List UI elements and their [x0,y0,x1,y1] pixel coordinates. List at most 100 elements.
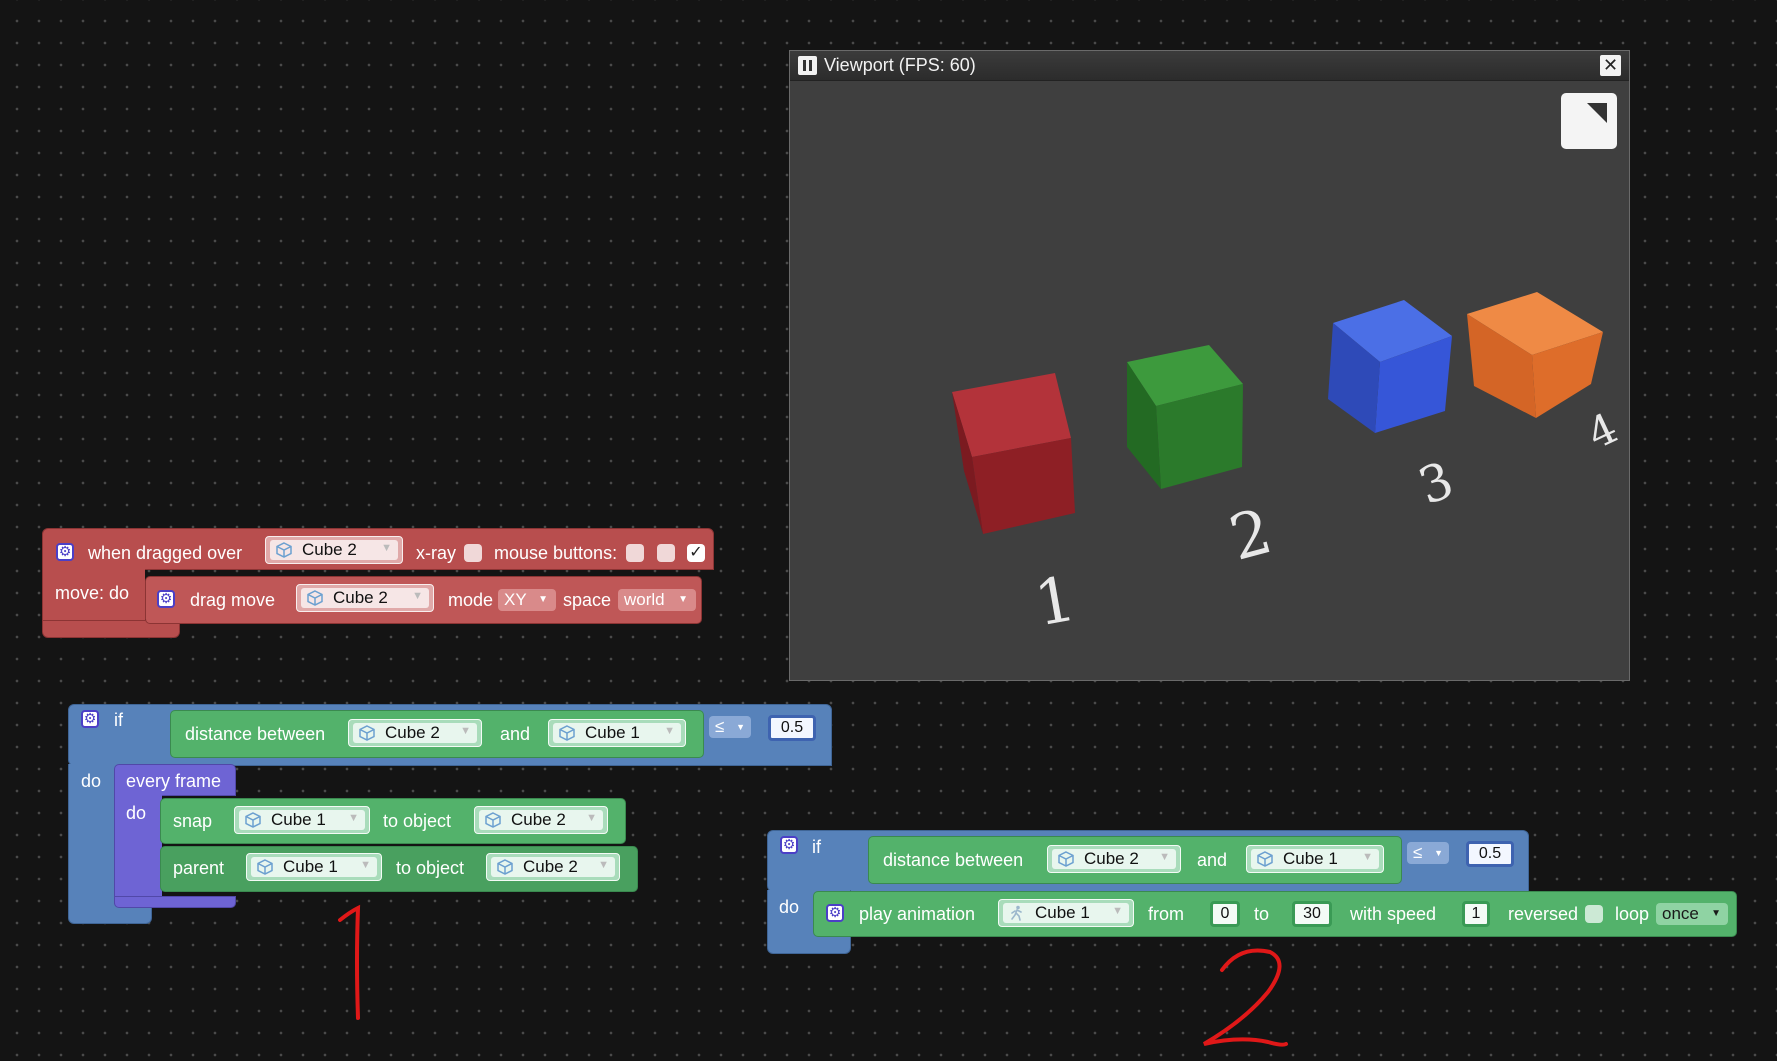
do-label: do [81,771,102,791]
distance-obj-b-field[interactable]: Cube 1 ▼ [548,719,686,747]
distance-obj-a-text: Cube 2 [1084,849,1139,868]
compare-operator-dropdown[interactable]: ≤ ▼ [709,716,751,738]
cube-icon [485,812,501,828]
distance-obj-b-text: Cube 1 [1283,849,1338,868]
cube-icon [359,725,375,741]
drag-move-label: drag move [190,590,276,610]
chevron-down-icon: ▼ [1711,908,1721,919]
running-figure-icon [1011,905,1022,921]
gear-icon[interactable] [56,542,74,561]
threshold-input[interactable]: 0.5 [1466,841,1514,867]
to-input[interactable]: 30 [1292,901,1332,927]
drag-target-field[interactable]: Cube 2 ▼ [265,536,403,564]
mouse-button-left-checkbox[interactable] [626,544,644,562]
blue-cube[interactable] [1328,300,1452,433]
snap-label: snap [173,811,213,831]
parent-obj-text: Cube 1 [283,857,338,876]
viewport-header[interactable]: Viewport (FPS: 60) ✕ [790,51,1629,81]
gear-icon[interactable] [780,835,798,854]
mouse-buttons-label: mouse buttons: [494,543,618,563]
close-icon[interactable]: ✕ [1600,55,1621,76]
distance-obj-a-field[interactable]: Cube 2 ▼ [1047,845,1181,873]
cube-icon [1058,851,1074,867]
threshold-input[interactable]: 0.5 [768,715,816,741]
anim-obj-field[interactable]: Cube 1 ▼ [998,899,1134,927]
anim-obj-text: Cube 1 [1035,903,1090,922]
chevron-down-icon: ▼ [1112,905,1123,917]
every-frame-label: every frame [126,771,222,791]
drag-move-target-field[interactable]: Cube 2 ▼ [296,584,434,612]
compare-operator-dropdown[interactable]: ≤ ▼ [1407,842,1449,864]
cube-icon [307,590,323,606]
chevron-down-icon: ▼ [1159,851,1170,863]
cube-icon [245,812,261,828]
annotation-mark-2 [1202,948,1288,1047]
chevron-down-icon: ▼ [1362,851,1373,863]
chevron-down-icon: ▼ [348,812,359,824]
gear-icon[interactable] [157,589,175,608]
parent-target-text: Cube 2 [523,857,578,876]
distance-obj-a-field[interactable]: Cube 2 ▼ [348,719,482,747]
gear-icon[interactable] [81,709,99,728]
mouse-button-right-checkbox[interactable]: ✓ [687,544,705,562]
distance-obj-b-field[interactable]: Cube 1 ▼ [1246,845,1384,873]
if-label: if [812,837,821,857]
inner-do-label: do [126,803,147,823]
viewport-window[interactable]: Viewport (FPS: 60) ✕ 1 2 3 4 [789,50,1630,681]
chevron-down-icon: ▼ [678,594,688,605]
cube-label-2: 2 [1222,494,1279,575]
xray-checkbox[interactable] [464,544,482,562]
orange-cube[interactable] [1467,292,1603,418]
loop-value: once [1662,904,1699,923]
play-animation-label: play animation [859,904,976,924]
and-label: and [1197,850,1228,870]
chevron-down-icon: ▼ [538,594,548,605]
xray-label: x-ray [416,543,456,563]
chevron-down-icon: ▼ [736,722,745,732]
annotation-mark-1 [338,904,361,1020]
parent-obj-field[interactable]: Cube 1 ▼ [246,853,382,881]
mode-value: XY [504,590,527,609]
cube-icon [1257,851,1273,867]
mouse-button-middle-checkbox[interactable] [657,544,675,562]
parent-label: parent [173,858,225,878]
gear-icon[interactable] [826,903,844,922]
every-frame-block-foot [114,896,236,908]
space-dropdown[interactable]: world ▼ [618,589,696,611]
mode-dropdown[interactable]: XY ▼ [498,589,556,611]
3d-scene[interactable]: 1 2 3 4 [790,81,1629,681]
loop-dropdown[interactable]: once ▼ [1656,903,1728,925]
viewport-title: Viewport (FPS: 60) [824,55,976,75]
from-input[interactable]: 0 [1210,901,1240,927]
to-label: to [1254,904,1270,924]
chevron-down-icon: ▼ [586,812,597,824]
snap-target-text: Cube 2 [511,810,566,829]
pause-icon[interactable] [798,56,817,75]
chevron-down-icon: ▼ [460,725,471,737]
red-cube[interactable] [952,373,1075,534]
cube-icon [257,859,273,875]
loop-label: loop [1615,904,1650,924]
reversed-checkbox[interactable] [1585,905,1603,923]
operator-value: ≤ [715,717,725,736]
speed-input[interactable]: 1 [1462,901,1490,927]
cube-icon [497,859,513,875]
and-label: and [500,724,531,744]
from-label: from [1148,904,1184,924]
cube-icon [276,542,292,558]
distance-obj-b-text: Cube 1 [585,723,640,742]
with-speed-label: with speed [1350,904,1437,924]
distance-between-label: distance between [185,724,326,744]
snap-target-field[interactable]: Cube 2 ▼ [474,806,608,834]
snap-obj-field[interactable]: Cube 1 ▼ [234,806,370,834]
reversed-label: reversed [1508,904,1579,924]
distance-between-label: distance between [883,850,1024,870]
chevron-down-icon: ▼ [664,725,675,737]
mode-label: mode [448,590,494,610]
green-cube[interactable] [1127,345,1243,489]
snap-obj-text: Cube 1 [271,810,326,829]
parent-target-field[interactable]: Cube 2 ▼ [486,853,620,881]
parent-to-object-label: to object [396,858,465,878]
cube-label-1: 1 [1029,562,1081,641]
space-label: space [563,590,612,610]
